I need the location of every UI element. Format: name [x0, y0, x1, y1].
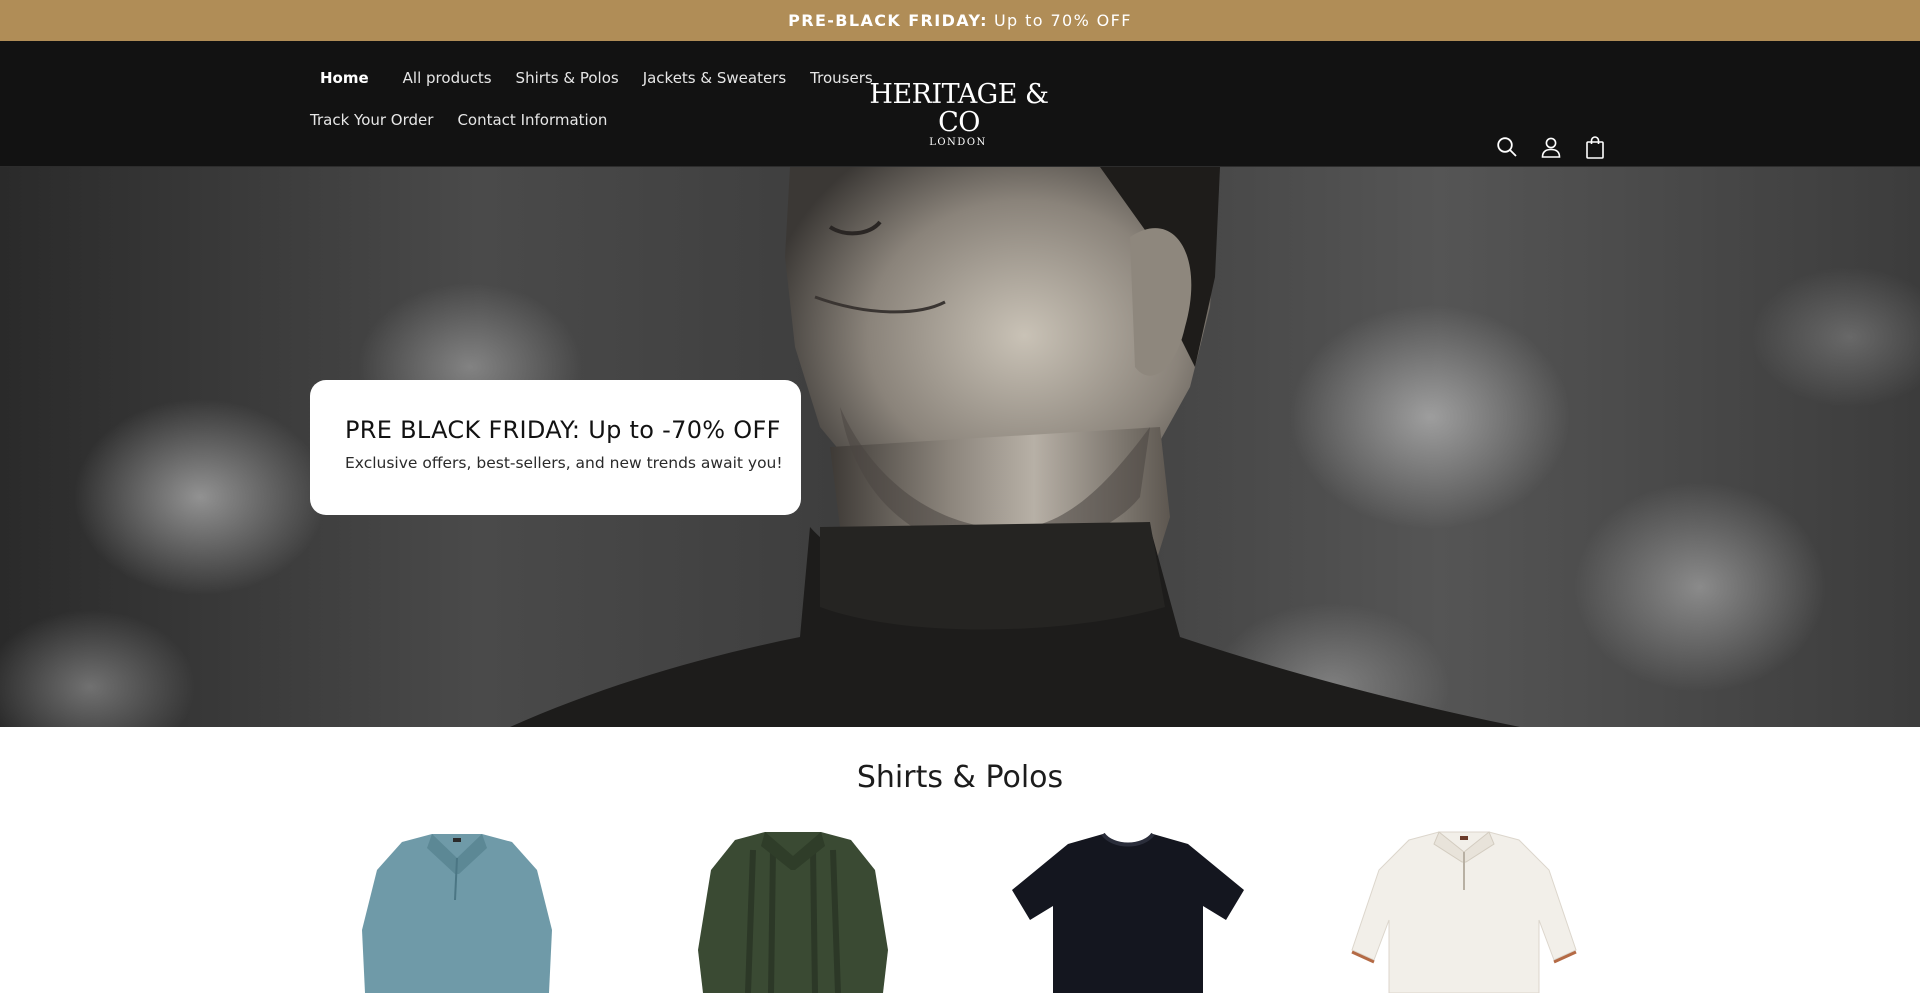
account-icon[interactable]	[1540, 135, 1562, 159]
cream-polo-image	[1351, 831, 1577, 994]
product-card[interactable]	[337, 830, 577, 993]
promo-card: PRE BLACK FRIDAY: Up to -70% OFF Exclusi…	[310, 380, 801, 515]
header-icons	[1496, 135, 1606, 159]
nav-jackets-sweaters[interactable]: Jackets & Sweaters	[643, 69, 786, 87]
cart-icon[interactable]	[1584, 135, 1606, 159]
green-polo-image	[698, 832, 888, 994]
nav-shirts-polos[interactable]: Shirts & Polos	[516, 69, 619, 87]
nav-home[interactable]: Home	[320, 69, 369, 87]
nav-contact-information[interactable]: Contact Information	[457, 111, 607, 129]
product-card[interactable]	[673, 830, 913, 994]
search-icon[interactable]	[1496, 135, 1518, 159]
nav-track-order[interactable]: Track Your Order	[310, 111, 433, 129]
hero-image	[510, 167, 1520, 727]
teal-polo-image	[362, 834, 552, 993]
navy-tee-image	[1012, 832, 1244, 993]
brand-logo[interactable]: HERITAGE & CO LONDON	[864, 81, 1054, 149]
product-grid	[0, 830, 1920, 994]
nav-all-products[interactable]: All products	[403, 69, 492, 87]
site-header: Home All products Shirts & Polos Jackets…	[0, 41, 1920, 167]
promo-subheading: Exclusive offers, best-sellers, and new …	[345, 454, 783, 472]
product-card[interactable]	[1344, 830, 1584, 994]
announcement-text: Up to 70% OFF	[993, 11, 1132, 30]
collection-title: Shirts & Polos	[856, 760, 1064, 795]
logo-sub: LONDON	[929, 137, 987, 148]
hero-banner: PRE BLACK FRIDAY: Up to -70% OFF Exclusi…	[0, 167, 1920, 727]
announcement-bold: PRE-BLACK FRIDAY:	[788, 11, 988, 30]
main-nav: Home All products Shirts & Polos Jackets…	[310, 67, 873, 131]
product-card[interactable]	[1008, 830, 1248, 993]
announcement-bar: PRE-BLACK FRIDAY: Up to 70% OFF	[0, 0, 1920, 41]
logo-main: HERITAGE & CO	[869, 79, 1049, 138]
promo-heading: PRE BLACK FRIDAY: Up to -70% OFF	[345, 416, 781, 444]
